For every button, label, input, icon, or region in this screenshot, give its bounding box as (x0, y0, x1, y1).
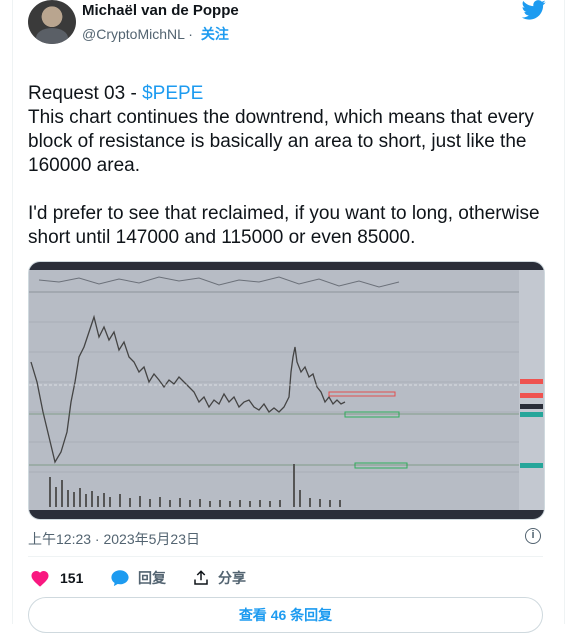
price-chart-graphic (29, 262, 544, 519)
tweet-line-1: Request 03 - $PEPE (28, 58, 203, 106)
cashtag-link[interactable]: $PEPE (142, 83, 203, 104)
info-icon[interactable]: i (525, 528, 541, 544)
timestamp[interactable]: 上午12:23 · 2023年5月23日 (28, 529, 200, 549)
author-handle-row: @CryptoMichNL · 关注 (82, 24, 229, 44)
tweet-paragraph-2: This chart continues the downtrend, whic… (28, 107, 534, 176)
divider (28, 556, 543, 557)
avatar[interactable] (28, 0, 76, 44)
like-button[interactable]: 151 (30, 568, 83, 588)
like-count: 151 (60, 570, 84, 586)
reply-button[interactable]: 回复 (110, 568, 166, 588)
author-handle[interactable]: @CryptoMichNL (82, 26, 184, 42)
tweet-paragraph-3: I'd prefer to see that reclaimed, if you… (28, 203, 540, 248)
reply-label: 回复 (138, 570, 166, 586)
share-upload-icon (194, 570, 208, 585)
twitter-bird-icon (521, 0, 546, 20)
reply-bubble-icon (111, 570, 129, 587)
tweet-image-chart[interactable] (28, 261, 545, 520)
tweet-title: Request 03 - (28, 83, 143, 104)
share-label: 分享 (218, 570, 246, 586)
heart-icon (31, 570, 49, 587)
share-button[interactable]: 分享 (192, 568, 246, 588)
follow-button[interactable]: 关注 (201, 26, 229, 42)
dot-separator: · (188, 26, 197, 42)
author-name[interactable]: Michaël van de Poppe (82, 2, 239, 19)
view-replies-button[interactable]: 查看 46 条回复 (28, 597, 543, 633)
